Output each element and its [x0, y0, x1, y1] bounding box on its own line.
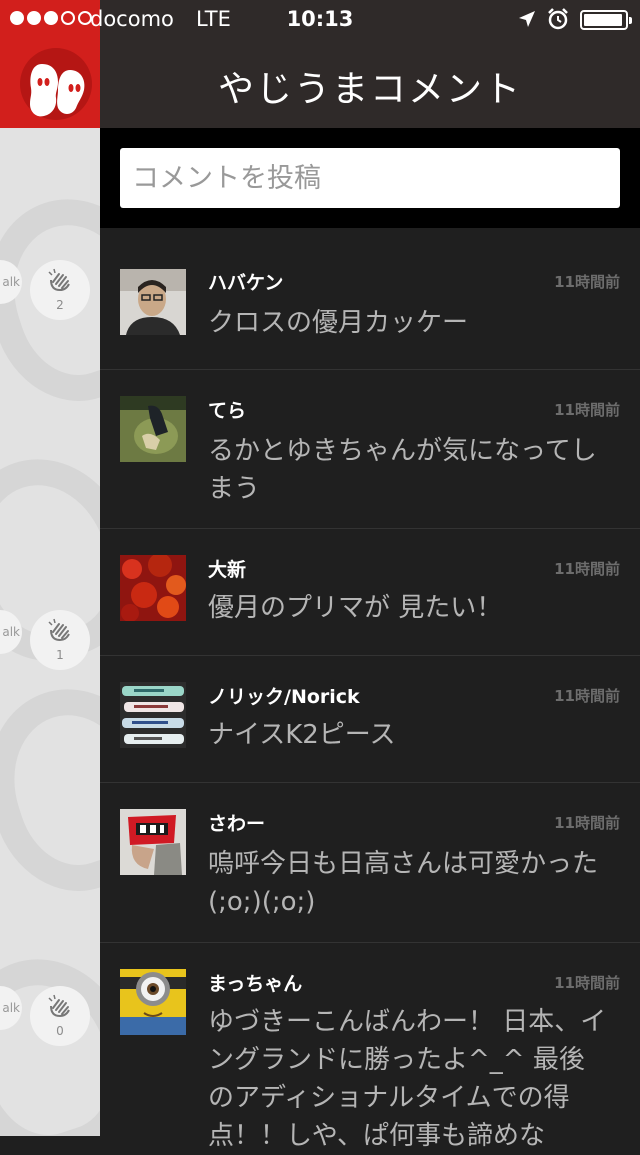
comment-time: 11時間前	[554, 401, 620, 419]
comment-item[interactable]: まっちゃん 11時間前 ゆづきーこんばんわー！ 日本、イングランドに勝ったよ^_…	[100, 943, 640, 1151]
comment-input-area	[100, 128, 640, 228]
battery-icon	[580, 10, 632, 30]
avatar	[120, 809, 186, 875]
comment-author: まっちゃん	[208, 973, 303, 995]
comment-time: 11時間前	[554, 560, 620, 578]
comment-text: 嗚呼今日も日高さんは可愛かった(;o;)(;o;)	[208, 849, 599, 917]
comment-text: 優月のプリマが 見たい！	[208, 593, 503, 623]
comment-item[interactable]: ハバケン 11時間前 クロスの優月カッケー	[100, 242, 640, 370]
yajiuma-logo-icon	[30, 64, 85, 117]
comment-author: ハバケン	[208, 272, 284, 294]
talk-button[interactable]: alk	[0, 986, 22, 1030]
comment-text: るかとゆきちゃんが気になってしまう	[208, 436, 597, 504]
clap-button[interactable]: 0	[30, 986, 90, 1046]
clap-count: 0	[56, 1024, 64, 1038]
status-bar: docomo LTE 10:13	[0, 0, 640, 40]
talk-button[interactable]: alk	[0, 610, 22, 654]
avatar	[120, 969, 186, 1035]
side-item: alk 2	[0, 260, 100, 320]
comment-item[interactable]: てら 11時間前 るかとゆきちゃんが気になってしまう	[100, 370, 640, 529]
side-panel: alk 2 alk 1 alk 0	[0, 128, 100, 1136]
talk-button[interactable]: alk	[0, 260, 22, 304]
alarm-clock-icon	[548, 8, 568, 30]
side-item: alk 0	[0, 986, 100, 1046]
comment-list: ハバケン 11時間前 クロスの優月カッケー てら 11時間前 るかとゆきちゃんが…	[100, 242, 640, 1151]
avatar	[120, 269, 186, 335]
avatar	[120, 682, 186, 748]
comment-text: ナイスK2ピース	[208, 720, 396, 750]
comment-time: 11時間前	[554, 687, 620, 705]
comment-item[interactable]: さわー 11時間前 嗚呼今日も日高さんは可愛かった(;o;)(;o;)	[100, 783, 640, 943]
clap-icon	[48, 994, 70, 1018]
comment-item[interactable]: 大新 11時間前 優月のプリマが 見たい！	[100, 529, 640, 656]
clap-count: 1	[56, 648, 64, 662]
clock: 10:13	[286, 7, 354, 31]
avatar	[120, 555, 186, 621]
comment-text: クロスの優月カッケー	[208, 308, 469, 338]
comment-author: さわー	[208, 813, 266, 835]
clap-icon	[48, 618, 70, 642]
page-title: やじうまコメント	[217, 69, 522, 110]
comment-author: てら	[208, 400, 247, 422]
comment-time: 11時間前	[554, 974, 620, 992]
clap-icon	[48, 268, 70, 292]
comment-time: 11時間前	[554, 814, 620, 832]
avatar	[120, 396, 186, 462]
comment-input[interactable]	[120, 148, 620, 208]
comment-author: 大新	[208, 559, 247, 581]
comment-time: 11時間前	[554, 273, 620, 291]
clap-button[interactable]: 1	[30, 610, 90, 670]
clap-button[interactable]: 2	[30, 260, 90, 320]
comment-text: ゆづきーこんばんわー！ 日本、イングランドに勝ったよ^_^ 最後のアディショナル…	[208, 1007, 607, 1151]
clap-count: 2	[56, 298, 64, 312]
comment-author: ノリック/Norick	[208, 686, 360, 708]
background-decoration	[0, 666, 100, 912]
side-item: alk 1	[0, 610, 100, 670]
location-arrow-icon	[519, 11, 535, 27]
comment-item[interactable]: ノリック/Norick 11時間前 ナイスK2ピース	[100, 656, 640, 783]
